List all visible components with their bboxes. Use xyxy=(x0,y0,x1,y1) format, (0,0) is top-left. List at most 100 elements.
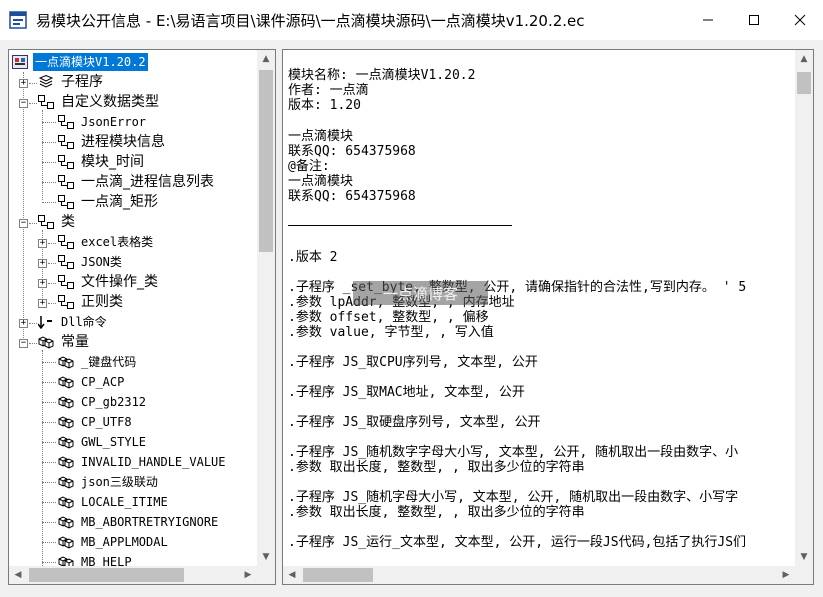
type-icon xyxy=(57,194,75,210)
expand-dll-button[interactable]: + xyxy=(19,319,28,328)
tree-constant-item[interactable]: CP_ACP xyxy=(57,372,126,392)
maximize-button[interactable] xyxy=(731,0,777,40)
module-info-text[interactable]: 模块名称: 一点滴模块V1.20.2 作者: 一点滴 版本: 1.20 一点滴模… xyxy=(283,50,795,566)
dll-arrow-icon xyxy=(37,314,55,330)
expand-class-button[interactable]: + xyxy=(38,259,47,268)
module-tree[interactable]: 一点滴模块V1.20.2 + 子程序 − 自定义数据类型 JsonError 进… xyxy=(9,50,257,566)
scroll-right-arrow-icon[interactable]: ▶ xyxy=(777,566,795,584)
tree-type-item[interactable]: 进程模块信息 xyxy=(57,132,167,152)
tree-class-item[interactable]: 文件操作_类 xyxy=(57,272,160,292)
text-line: 一点滴模块 xyxy=(288,174,354,189)
tree-constant-item[interactable]: INVALID_HANDLE_VALUE xyxy=(57,452,228,472)
scroll-down-arrow-icon[interactable]: ▼ xyxy=(257,548,275,566)
tree-type-item[interactable]: 一点滴_矩形 xyxy=(57,192,160,212)
minimize-button[interactable] xyxy=(685,0,731,40)
type-icon xyxy=(57,114,75,130)
text-line: 版本: 1.20 xyxy=(288,98,361,113)
tree-constant-label: MB_ABORTRETRYIGNORE xyxy=(81,515,219,529)
blog-watermark: 一点滴博客 xyxy=(353,281,488,305)
title-bar: 易模块公开信息 - E:\易语言项目\课件源码\一点滴模块源码\一点滴模块v1.… xyxy=(0,0,823,40)
tree-item-constants-label: 常量 xyxy=(61,334,89,350)
tree-item-subroutines[interactable]: 子程序 xyxy=(37,72,105,92)
info-vscroll-thumb[interactable] xyxy=(797,72,811,94)
scroll-right-arrow-icon[interactable]: ▶ xyxy=(239,566,257,584)
tree-class-item[interactable]: 正则类 xyxy=(57,292,125,312)
collapse-custom-types-button[interactable]: − xyxy=(19,99,28,108)
tree-vertical-scrollbar[interactable]: ▲ ▼ xyxy=(257,50,275,566)
type-icon xyxy=(57,174,75,190)
expand-subroutines-button[interactable]: + xyxy=(19,79,28,88)
info-horizontal-scrollbar[interactable]: ◀ ▶ xyxy=(283,566,795,584)
module-info-pane: 模块名称: 一点滴模块V1.20.2 作者: 一点滴 版本: 1.20 一点滴模… xyxy=(282,49,814,585)
tree-constant-item[interactable]: CP_UTF8 xyxy=(57,412,134,432)
tree-horizontal-scrollbar[interactable]: ◀ ▶ xyxy=(9,566,257,584)
tree-constant-label: CP_UTF8 xyxy=(81,415,132,429)
expand-class-button[interactable]: + xyxy=(38,279,47,288)
tree-class-label: JSON类 xyxy=(81,255,122,269)
constant-cubes-icon xyxy=(57,474,75,490)
tree-constant-item[interactable]: LOCALE_ITIME xyxy=(57,492,170,512)
tree-constant-item[interactable]: _键盘代码 xyxy=(57,352,138,372)
tree-root-label: 一点滴模块V1.20.2 xyxy=(33,53,148,71)
tree-type-item[interactable]: 一点滴_进程信息列表 xyxy=(57,172,216,192)
expand-class-button[interactable]: + xyxy=(38,239,47,248)
tree-constant-label: GWL_STYLE xyxy=(81,435,147,449)
tree-item-constants[interactable]: 常量 xyxy=(37,332,91,352)
scroll-up-arrow-icon[interactable]: ▲ xyxy=(257,50,275,68)
info-hscroll-thumb[interactable] xyxy=(303,568,373,582)
scroll-up-arrow-icon[interactable]: ▲ xyxy=(795,50,813,68)
class-icon xyxy=(57,274,75,290)
tree-constant-label: INVALID_HANDLE_VALUE xyxy=(81,455,226,469)
tree-vscroll-thumb[interactable] xyxy=(259,70,273,252)
collapse-classes-button[interactable]: − xyxy=(19,219,28,228)
tree-constant-label: CP_gb2312 xyxy=(81,395,147,409)
constant-cubes-icon xyxy=(57,394,75,410)
text-line: .子程序 JS_取CPU序列号, 文本型, 公开 xyxy=(288,355,538,370)
class-icon xyxy=(57,294,75,310)
tree-item-classes[interactable]: 类 xyxy=(37,212,77,232)
scroll-left-arrow-icon[interactable]: ◀ xyxy=(9,566,27,584)
scroll-left-arrow-icon[interactable]: ◀ xyxy=(283,566,301,584)
text-line: 作者: 一点滴 xyxy=(288,83,369,98)
constant-cubes-icon xyxy=(57,494,75,510)
tree-constant-item[interactable]: json三级联动 xyxy=(57,472,160,492)
tree-hscroll-thumb[interactable] xyxy=(29,568,184,582)
tree-constant-item[interactable]: CP_gb2312 xyxy=(57,392,148,412)
tree-constant-item[interactable]: GWL_STYLE xyxy=(57,432,148,452)
text-line: .子程序 JS_随机数字字母大小写, 文本型, 公开, 随机取出一段由数字、小 xyxy=(288,445,739,460)
tree-type-item[interactable]: 模块_时间 xyxy=(57,152,146,172)
tree-type-item[interactable]: JsonError xyxy=(57,112,148,132)
constant-cubes-icon xyxy=(37,334,55,350)
separator-line xyxy=(288,225,512,226)
constant-cubes-icon xyxy=(57,414,75,430)
type-icon xyxy=(37,94,55,110)
text-line: .子程序 JS_随机字母大小写, 文本型, 公开, 随机取出一段由数字、小写字 xyxy=(288,490,739,505)
tree-constant-label: MB_HELP xyxy=(81,555,132,566)
minimize-icon xyxy=(703,19,713,21)
class-icon xyxy=(37,214,55,230)
tree-item-classes-label: 类 xyxy=(61,214,75,230)
info-vertical-scrollbar[interactable]: ▲ ▼ xyxy=(795,50,813,566)
tree-item-dll[interactable]: Dll命令 xyxy=(37,312,109,332)
tree-constant-item[interactable]: MB_HELP xyxy=(57,552,134,566)
expand-class-button[interactable]: + xyxy=(38,299,47,308)
text-line: 联系QQ: 654375968 xyxy=(288,144,416,159)
text-line: .参数 offset, 整数型, , 偏移 xyxy=(288,310,489,325)
tree-class-label: 正则类 xyxy=(81,294,123,310)
close-button[interactable] xyxy=(777,0,823,40)
tree-item-custom-types[interactable]: 自定义数据类型 xyxy=(37,92,161,112)
tree-item-dll-label: Dll命令 xyxy=(61,315,107,329)
tree-class-item[interactable]: excel表格类 xyxy=(57,232,155,252)
stack-icon xyxy=(37,74,55,90)
tree-constant-item[interactable]: MB_ABORTRETRYIGNORE xyxy=(57,512,220,532)
tree-root[interactable]: 一点滴模块V1.20.2 xyxy=(11,52,148,72)
tree-constant-item[interactable]: MB_APPLMODAL xyxy=(57,532,170,552)
tree-class-item[interactable]: JSON类 xyxy=(57,252,124,272)
scroll-down-arrow-icon[interactable]: ▼ xyxy=(795,548,813,566)
collapse-constants-button[interactable]: − xyxy=(19,339,28,348)
constant-cubes-icon xyxy=(57,514,75,530)
tree-item-custom-types-label: 自定义数据类型 xyxy=(61,94,159,110)
window-title: 易模块公开信息 - E:\易语言项目\课件源码\一点滴模块源码\一点滴模块v1.… xyxy=(36,11,585,30)
text-line: @备注: xyxy=(288,159,330,174)
tree-constant-label: _键盘代码 xyxy=(81,355,137,369)
